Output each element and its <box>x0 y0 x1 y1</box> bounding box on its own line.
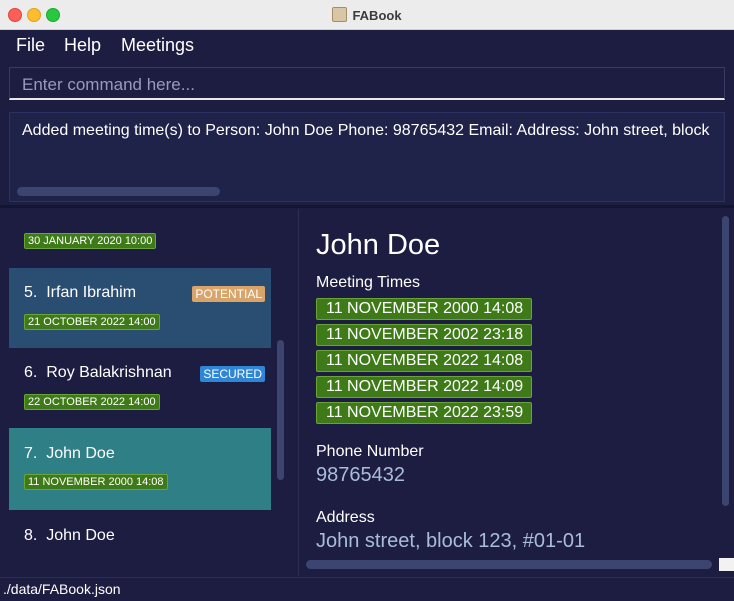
person-card[interactable]: 30 JANUARY 2020 10:00 <box>9 209 271 275</box>
person-list: 30 JANUARY 2020 10:00 5. Irfan Ibrahim P… <box>0 209 299 576</box>
person-card[interactable]: 5. Irfan Ibrahim POTENTIAL 21 OCTOBER 20… <box>9 268 271 348</box>
detail-name: John Doe <box>316 229 441 261</box>
meeting-date: 21 OCTOBER 2022 14:00 <box>24 314 160 330</box>
person-name-text: Roy Balakrishnan <box>46 364 172 381</box>
window-title-text: FABook <box>352 8 402 23</box>
pane-divider <box>0 205 734 208</box>
window-title: FABook <box>0 7 734 23</box>
app-icon <box>332 7 348 22</box>
menu-meetings[interactable]: Meetings <box>121 35 194 56</box>
address-value: John street, block 123, #01-01 <box>316 530 586 552</box>
list-vertical-scrollbar[interactable] <box>277 340 284 480</box>
person-card[interactable]: 6. Roy Balakrishnan SECURED 22 OCTOBER 2… <box>9 348 271 428</box>
scrollbar-corner <box>719 558 734 571</box>
tag-potential: POTENTIAL <box>192 286 265 302</box>
status-bar: ./data/FABook.json <box>0 577 734 601</box>
person-name-text: Irfan Ibrahim <box>46 284 137 301</box>
result-text: Added meeting time(s) to Person: John Do… <box>22 122 710 139</box>
meeting-date: 22 OCTOBER 2022 14:00 <box>24 394 160 410</box>
meeting-time-tag: 11 NOVEMBER 2022 14:09 <box>316 376 533 398</box>
detail-vertical-scrollbar[interactable] <box>722 216 729 506</box>
menu-file[interactable]: File <box>16 35 45 56</box>
person-detail-panel: John Doe Meeting Times 11 NOVEMBER 2000 … <box>299 209 734 576</box>
person-name: 5. Irfan Ibrahim <box>24 284 136 302</box>
meeting-time-tag: 11 NOVEMBER 2022 14:08 <box>316 350 533 372</box>
person-index: 8. <box>24 527 38 544</box>
menu-bar: File Help Meetings <box>0 30 734 60</box>
person-name-text: John Doe <box>46 527 115 544</box>
person-index: 7. <box>24 445 38 462</box>
result-display: Added meeting time(s) to Person: John Do… <box>9 112 725 202</box>
phone-value: 98765432 <box>316 464 405 486</box>
detail-horizontal-scrollbar[interactable] <box>306 560 712 569</box>
person-name: 6. Roy Balakrishnan <box>24 364 172 382</box>
person-index: 5. <box>24 284 38 301</box>
person-name: 7. John Doe <box>24 445 115 463</box>
title-bar: FABook <box>0 0 734 30</box>
result-horizontal-scrollbar[interactable] <box>17 187 220 196</box>
meeting-times-label: Meeting Times <box>316 274 421 291</box>
address-label: Address <box>316 509 375 526</box>
meeting-time-tag: 11 NOVEMBER 2002 23:18 <box>316 324 533 346</box>
phone-label: Phone Number <box>316 443 424 460</box>
person-name: 8. John Doe <box>24 527 115 545</box>
data-file-path: ./data/FABook.json <box>3 581 121 597</box>
tag-secured: SECURED <box>200 366 265 382</box>
meeting-date: 11 NOVEMBER 2000 14:08 <box>24 474 168 490</box>
person-name-text: John Doe <box>46 445 115 462</box>
person-card[interactable]: 8. John Doe <box>9 510 271 576</box>
menu-help[interactable]: Help <box>64 35 101 56</box>
meeting-date: 30 JANUARY 2020 10:00 <box>24 233 157 249</box>
meeting-time-tag: 11 NOVEMBER 2022 23:59 <box>316 402 533 424</box>
meeting-time-tag: 11 NOVEMBER 2000 14:08 <box>316 298 533 320</box>
command-box <box>9 67 725 100</box>
command-input[interactable] <box>20 73 714 97</box>
person-card-selected[interactable]: 7. John Doe 11 NOVEMBER 2000 14:08 <box>9 428 271 510</box>
person-index: 6. <box>24 364 38 381</box>
